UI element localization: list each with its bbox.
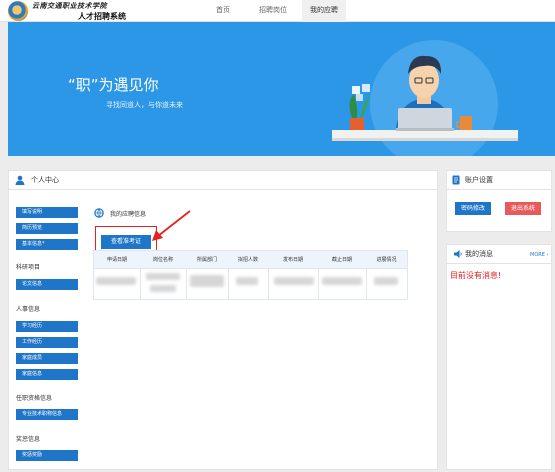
redacted-cell: [374, 277, 398, 285]
column-header: 截止日期: [331, 257, 352, 263]
banner-slogan: “职”为遇见你: [68, 76, 159, 94]
menu-item-resume-preview[interactable]: 简历预览: [16, 223, 78, 234]
column-divider: [186, 269, 187, 299]
column-header: 岗位名称: [152, 257, 173, 263]
applications-table: 申请日期 岗位名称 所属部门 拟招人数 发布日期 截止日期 进展情况: [93, 250, 408, 300]
redacted-cell: [322, 277, 362, 285]
redacted-cell: [236, 277, 258, 285]
column-header: 进展情况: [376, 257, 397, 263]
messages-title: 我的消息: [465, 250, 493, 258]
logout-button[interactable]: 退出系统: [505, 202, 541, 215]
personal-center-header: 个人中心: [9, 171, 437, 190]
column-header: 拟招人数: [237, 257, 258, 263]
menu-group-personnel: 人事信息: [16, 306, 41, 313]
account-settings-panel: 账户设置: [446, 170, 552, 232]
user-icon: [15, 175, 25, 185]
column-divider: [366, 269, 367, 299]
banner-subslogan: 寻找同道人，与你道未来: [106, 101, 183, 109]
my-applications-title: 我的应聘信息: [110, 211, 147, 218]
more-messages-link[interactable]: MORE ›: [530, 252, 548, 258]
redacted-cell: [274, 277, 314, 285]
redacted-cell: [150, 285, 176, 292]
change-password-button[interactable]: 密码修改: [455, 202, 491, 215]
system-name: 人才招聘系统: [78, 12, 126, 21]
globe-icon: [94, 208, 104, 218]
table-header: 申请日期 岗位名称 所属部门 拟招人数 发布日期 截止日期 进展情况: [94, 251, 407, 269]
redacted-cell: [146, 273, 180, 280]
column-divider: [268, 269, 269, 299]
view-admission-ticket-button[interactable]: 查看准考证: [101, 235, 151, 249]
nav-jobs[interactable]: 招聘岗位: [251, 0, 295, 22]
column-divider: [228, 269, 229, 299]
menu-item-family-members[interactable]: 家庭成员: [16, 353, 78, 364]
nav-home[interactable]: 首页: [205, 0, 241, 22]
column-divider: [140, 269, 141, 299]
column-divider: [318, 269, 319, 299]
no-messages-text: 目前没有消息!: [450, 271, 502, 280]
redacted-cell: [96, 277, 136, 285]
menu-group-rewards: 奖惩信息: [16, 436, 41, 443]
banner-illustration: [332, 40, 518, 156]
nav-my-applications[interactable]: 我的应聘: [302, 0, 346, 22]
school-name: 云南交通职业技术学院: [32, 1, 107, 10]
menu-item-instructions[interactable]: 填写说明: [16, 207, 78, 218]
annotation-arrow: [152, 210, 191, 241]
top-header: 云南交通职业技术学院 人才招聘系统 首页 招聘岗位 我的应聘: [0, 0, 555, 22]
account-settings-title: 账户设置: [465, 176, 493, 184]
speaker-icon: [454, 250, 462, 258]
redacted-cell: [190, 275, 224, 287]
school-logo-icon: [8, 1, 28, 21]
column-header: 发布日期: [282, 257, 303, 263]
menu-item-family-info[interactable]: 家庭信息: [16, 369, 78, 380]
personal-center-title: 个人中心: [31, 176, 59, 184]
menu-item-basic-info[interactable]: 基本信息*: [16, 239, 78, 250]
column-header: 所属部门: [196, 257, 217, 263]
document-icon: [452, 175, 460, 185]
menu-item-education[interactable]: 学习经历: [16, 321, 78, 332]
menu-item-professional-title[interactable]: 专业技术职称信息: [16, 409, 78, 420]
menu-group-qualification: 任职资格信息: [16, 395, 53, 402]
hero-banner: “职”为遇见你 寻找同道人，与你道未来: [8, 22, 555, 156]
menu-group-research: 科研项目: [16, 264, 41, 271]
account-settings-header: 账户设置: [447, 171, 551, 190]
menu-item-rewards[interactable]: 奖惩奖励: [16, 450, 78, 461]
menu-item-work-experience[interactable]: 工作经历: [16, 337, 78, 348]
menu-item-papers[interactable]: 论文信息: [16, 279, 78, 290]
column-header: 申请日期: [106, 257, 127, 263]
